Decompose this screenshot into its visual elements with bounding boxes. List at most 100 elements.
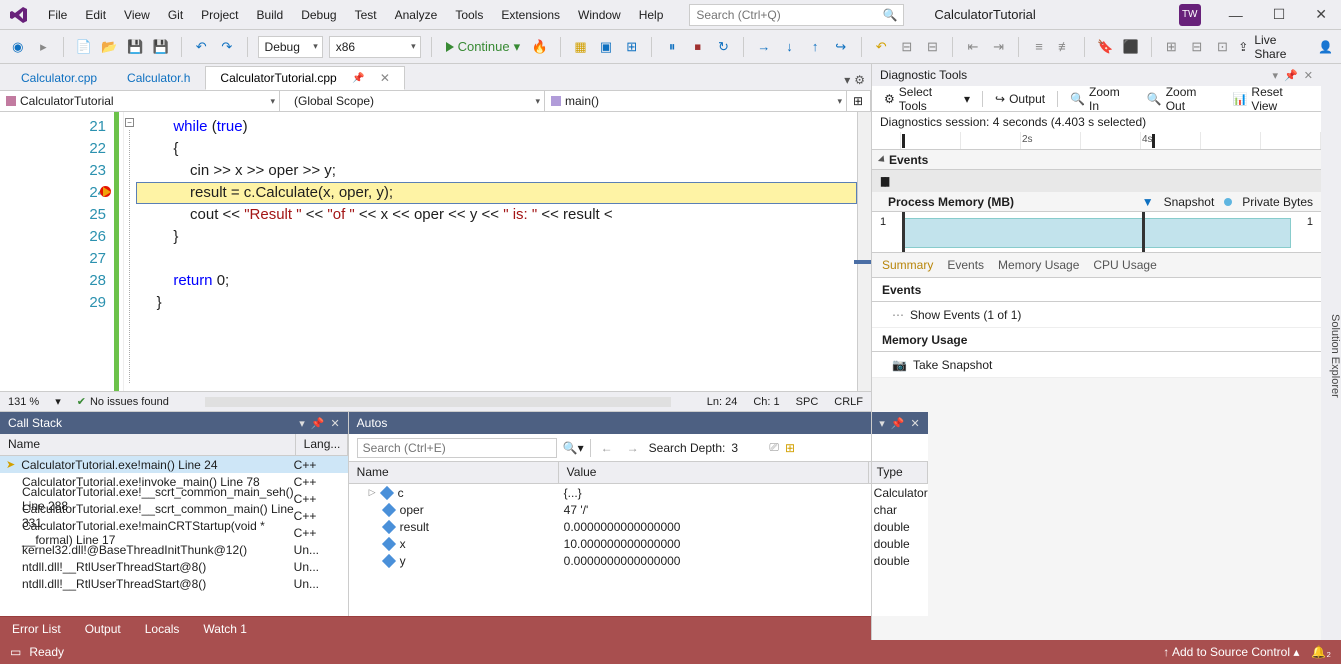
- text-tools-1[interactable]: ⊟: [897, 36, 917, 58]
- callstack-row[interactable]: ntdll.dll!__RtlUserThreadStart@8()Un...: [0, 558, 348, 575]
- step-button[interactable]: ↪: [831, 36, 851, 58]
- autos-row[interactable]: y0.0000000000000000double: [349, 552, 928, 569]
- maximize-button[interactable]: ☐: [1267, 4, 1292, 25]
- tab-output[interactable]: Output: [81, 620, 125, 638]
- restart-button[interactable]: ↻: [714, 36, 734, 58]
- show-events-link[interactable]: ⋯Show Events (1 of 1): [872, 302, 1321, 328]
- issues-indicator[interactable]: ✔No issues found: [77, 395, 169, 408]
- comment-button[interactable]: ≡: [1029, 36, 1049, 58]
- pin-icon[interactable]: 📌: [311, 417, 325, 430]
- diag-tab-summary[interactable]: Summary: [882, 258, 933, 272]
- callstack-row[interactable]: ntdll.dll!__RtlUserThreadStart@8()Un...: [0, 575, 348, 592]
- close-icon[interactable]: ✕: [1304, 69, 1313, 82]
- autos-search-input[interactable]: [357, 438, 557, 458]
- search-box[interactable]: 🔍: [689, 4, 904, 26]
- menu-test[interactable]: Test: [347, 4, 385, 26]
- tool-icon[interactable]: ▦: [571, 36, 591, 58]
- editor-tab[interactable]: Calculator.cpp: [6, 66, 112, 90]
- events-header[interactable]: Events: [872, 150, 1321, 170]
- editor-tab[interactable]: Calculator.h: [112, 66, 205, 90]
- col-value[interactable]: Value: [559, 462, 869, 483]
- menu-project[interactable]: Project: [193, 4, 246, 26]
- close-button[interactable]: ✕: [1309, 4, 1333, 25]
- continue-button[interactable]: Continue ▾: [442, 39, 525, 55]
- output-button[interactable]: ↪ Output: [991, 90, 1049, 108]
- menu-help[interactable]: Help: [631, 4, 672, 26]
- col-lang[interactable]: Lang...: [296, 434, 348, 455]
- solution-name[interactable]: CalculatorTutorial: [934, 7, 1035, 22]
- step-into-button[interactable]: →: [754, 36, 774, 58]
- tab-dropdown-icon[interactable]: ▾: [844, 73, 850, 87]
- zoom-level[interactable]: 131 %: [8, 396, 39, 408]
- menu-tools[interactable]: Tools: [447, 4, 491, 26]
- indent-button[interactable]: ⇤: [963, 36, 983, 58]
- tab-gear-icon[interactable]: ⚙: [854, 73, 865, 87]
- pause-button[interactable]: ⏸: [662, 36, 682, 58]
- autos-row[interactable]: oper47 '/'char: [349, 501, 928, 518]
- step-over-button[interactable]: ↓: [780, 36, 800, 58]
- tab-locals[interactable]: Locals: [141, 620, 184, 638]
- take-snapshot-link[interactable]: 📷Take Snapshot: [872, 352, 1321, 378]
- misc-3[interactable]: ⊡: [1213, 36, 1233, 58]
- bookmark-next-button[interactable]: ⬛: [1121, 36, 1141, 58]
- pin-icon[interactable]: 📌: [352, 73, 364, 84]
- reset-view-button[interactable]: 📊 Reset View: [1228, 83, 1313, 115]
- source-control-button[interactable]: ↑ Add to Source Control ▴: [1163, 645, 1299, 659]
- tab-error-list[interactable]: Error List: [8, 620, 65, 638]
- zoom-out-button[interactable]: 🔍 Zoom Out: [1143, 83, 1221, 115]
- back-button[interactable]: ◉: [8, 36, 28, 58]
- undo-button[interactable]: ↶: [191, 36, 211, 58]
- menu-edit[interactable]: Edit: [77, 4, 114, 26]
- menu-build[interactable]: Build: [249, 4, 292, 26]
- nav-back-button[interactable]: ↶: [871, 36, 891, 58]
- stop-button[interactable]: ⏹: [688, 36, 708, 58]
- hot-reload-button[interactable]: 🔥: [530, 36, 550, 58]
- nav-back-icon[interactable]: ←: [597, 441, 617, 455]
- tool-icon-3[interactable]: ⊞: [622, 36, 642, 58]
- nav-fwd-icon[interactable]: →: [623, 441, 643, 455]
- menu-view[interactable]: View: [116, 4, 158, 26]
- platform-combo[interactable]: x86: [329, 36, 421, 58]
- code-editor[interactable]: 212223242526272829 − while (true) { cin …: [0, 112, 871, 391]
- forward-button[interactable]: ▸: [34, 36, 54, 58]
- pin-icon[interactable]: 📌: [1284, 69, 1298, 82]
- map-scrollbar[interactable]: [857, 112, 871, 391]
- close-icon[interactable]: ✕: [380, 71, 390, 85]
- redo-button[interactable]: ↷: [217, 36, 237, 58]
- menu-analyze[interactable]: Analyze: [387, 4, 446, 26]
- menu-extensions[interactable]: Extensions: [493, 4, 568, 26]
- project-combo[interactable]: CalculatorTutorial: [0, 91, 280, 111]
- outline-margin[interactable]: −: [124, 112, 136, 391]
- diag-tab-cpu-usage[interactable]: CPU Usage: [1093, 258, 1156, 272]
- autos-row[interactable]: result0.0000000000000000double: [349, 518, 928, 535]
- menu-file[interactable]: File: [40, 4, 75, 26]
- autos-row[interactable]: x10.000000000000000double: [349, 535, 928, 552]
- tree-icon[interactable]: ⊞: [785, 441, 795, 455]
- step-out-button[interactable]: ↑: [805, 36, 825, 58]
- new-file-button[interactable]: 📄: [74, 36, 94, 58]
- zoom-in-button[interactable]: 🔍 Zoom In: [1066, 83, 1135, 115]
- tool-icon-2[interactable]: ▣: [596, 36, 616, 58]
- memory-header[interactable]: Process Memory (MB) ▼Snapshot Private By…: [872, 192, 1321, 212]
- uncomment-button[interactable]: ≢: [1055, 36, 1075, 58]
- breakpoint-margin[interactable]: [0, 112, 24, 391]
- select-tools-button[interactable]: ⚙ Select Tools ▾: [880, 83, 974, 115]
- outdent-button[interactable]: ⇥: [989, 36, 1009, 58]
- misc-1[interactable]: ⊞: [1161, 36, 1181, 58]
- search-icon[interactable]: 🔍▾: [563, 441, 584, 455]
- account-icon[interactable]: TW: [1179, 4, 1201, 26]
- misc-2[interactable]: ⊟: [1187, 36, 1207, 58]
- depth-combo[interactable]: 3: [731, 441, 763, 455]
- side-tab-solution-explorer[interactable]: Solution Explorer: [1321, 64, 1341, 640]
- menu-debug[interactable]: Debug: [293, 4, 344, 26]
- menu-git[interactable]: Git: [160, 4, 191, 26]
- col-name[interactable]: Name: [0, 434, 296, 455]
- save-button[interactable]: 💾: [125, 36, 145, 58]
- diag-tab-memory-usage[interactable]: Memory Usage: [998, 258, 1079, 272]
- dropdown-icon[interactable]: ▾: [299, 417, 305, 430]
- search-input[interactable]: [696, 8, 882, 22]
- open-button[interactable]: 📂: [100, 36, 120, 58]
- close-icon[interactable]: ✕: [330, 417, 339, 430]
- callstack-row[interactable]: kernel32.dll!@BaseThreadInitThunk@12()Un…: [0, 541, 348, 558]
- callstack-row[interactable]: ➤CalculatorTutorial.exe!main() Line 24C+…: [0, 456, 348, 473]
